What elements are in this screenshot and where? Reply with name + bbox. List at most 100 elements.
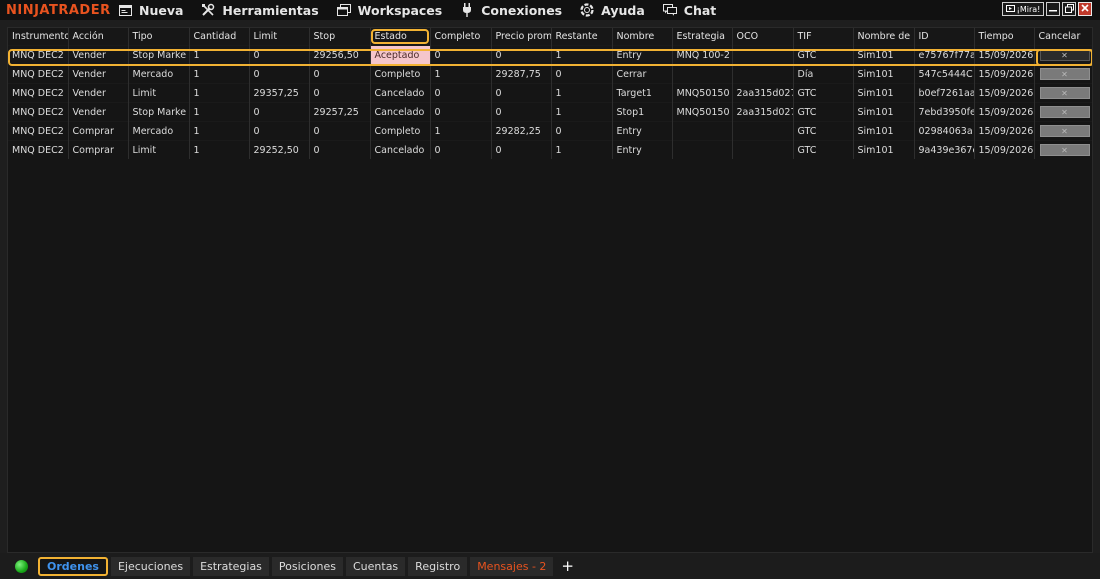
cell-restante: 1 bbox=[551, 140, 613, 159]
cell-acci-n: Vender bbox=[68, 64, 129, 84]
column-header-estado[interactable]: Estado bbox=[370, 28, 431, 46]
close-window-button[interactable] bbox=[1078, 2, 1092, 16]
column-header-restante[interactable]: Restante bbox=[551, 28, 613, 46]
cell-stop: 0 bbox=[309, 83, 371, 103]
restore-button[interactable] bbox=[1062, 2, 1076, 16]
column-header-tif[interactable]: TIF bbox=[793, 28, 854, 46]
cell-instrumento: MNQ DEC2 bbox=[8, 64, 69, 84]
menu-ayuda-label: Ayuda bbox=[601, 2, 645, 18]
cell-precio-prom: 0 bbox=[491, 45, 552, 65]
cell-estado: Completo bbox=[370, 121, 431, 141]
cell-estrategia: MNQ50150 bbox=[672, 83, 733, 103]
tab-cuentas[interactable]: Cuentas bbox=[345, 556, 406, 576]
cancel-order-button[interactable]: ✕ bbox=[1039, 87, 1090, 99]
cell-stop: 0 bbox=[309, 121, 371, 141]
cell-instrumento: MNQ DEC2 bbox=[8, 83, 69, 103]
cell-completo: 0 bbox=[430, 102, 492, 122]
tab-ordenes[interactable]: Ordenes bbox=[38, 556, 108, 576]
minimize-icon bbox=[1049, 4, 1057, 14]
column-header-estrategia[interactable]: Estrategia bbox=[672, 28, 733, 46]
table-row[interactable]: MNQ DEC2 Vender Mercado 1 0 0 Completo 1 29287,7… bbox=[8, 64, 1092, 84]
menu-chat[interactable]: Chat bbox=[662, 3, 716, 18]
cancel-order-button[interactable]: ✕ bbox=[1039, 106, 1090, 118]
close-icon: ✕ bbox=[1061, 126, 1068, 136]
cell-estado: Cancelado bbox=[370, 83, 431, 103]
menu-ayuda[interactable]: Ayuda bbox=[580, 3, 645, 18]
cell-acci-n: Vender bbox=[68, 102, 129, 122]
tab-posiciones[interactable]: Posiciones bbox=[271, 556, 343, 576]
table-row[interactable]: MNQ DEC2 Comprar Limit 1 29252,50 0 Cancelado 0… bbox=[8, 140, 1092, 159]
tab-mensajes-2[interactable]: Mensajes - 2 bbox=[470, 556, 554, 576]
cell-tif: GTC bbox=[793, 121, 854, 141]
menu-conexiones[interactable]: Conexiones bbox=[460, 3, 562, 18]
column-header-instrumento[interactable]: Instrumento bbox=[8, 28, 69, 46]
cell-id: b0ef7261aa bbox=[914, 83, 975, 103]
column-header-nombre-de[interactable]: Nombre de bbox=[853, 28, 915, 46]
cell-tipo: Stop Marke bbox=[128, 102, 190, 122]
cell-oco bbox=[732, 121, 794, 141]
orders-grid: Instrumento Acción Tipo Cantidad Limit Stop Es… bbox=[7, 27, 1093, 553]
cell-precio-prom: 0 bbox=[491, 102, 552, 122]
column-header-tipo[interactable]: Tipo bbox=[128, 28, 190, 46]
cell-nombre-de: Sim101 bbox=[853, 140, 915, 159]
cell-completo: 0 bbox=[430, 83, 492, 103]
menu-nueva[interactable]: Nueva bbox=[118, 3, 183, 18]
cell-limit: 0 bbox=[249, 45, 310, 65]
plug-icon bbox=[460, 3, 474, 17]
column-header-cancelar[interactable]: Cancelar bbox=[1034, 28, 1092, 46]
cell-cantidad: 1 bbox=[189, 102, 250, 122]
table-row[interactable]: MNQ DEC2 Vender Limit 1 29357,25 0 Cancelado 0 0… bbox=[8, 83, 1092, 103]
tab-ejecuciones[interactable]: Ejecuciones bbox=[110, 556, 191, 576]
column-header-completo[interactable]: Completo bbox=[430, 28, 492, 46]
cancel-order-button[interactable]: ✕ bbox=[1039, 49, 1090, 61]
mira-button[interactable]: ¡Mira! bbox=[1002, 2, 1044, 16]
cell-tif: GTC bbox=[793, 83, 854, 103]
minimize-button[interactable] bbox=[1046, 2, 1060, 16]
cancel-order-button[interactable]: ✕ bbox=[1039, 125, 1090, 137]
tab-estrategias[interactable]: Estrategias bbox=[193, 556, 269, 576]
close-icon bbox=[1081, 4, 1089, 14]
cell-nombre-de: Sim101 bbox=[853, 45, 915, 65]
window-controls: ¡Mira! bbox=[1002, 2, 1092, 16]
cell-nombre: Entry bbox=[612, 121, 673, 141]
cancel-order-button[interactable]: ✕ bbox=[1039, 68, 1090, 80]
cell-cantidad: 1 bbox=[189, 45, 250, 65]
tab-registro[interactable]: Registro bbox=[408, 556, 468, 576]
column-header-cantidad[interactable]: Cantidad bbox=[189, 28, 250, 46]
column-header-id[interactable]: ID bbox=[914, 28, 975, 46]
cell-limit: 29357,25 bbox=[249, 83, 310, 103]
column-header-stop[interactable]: Stop bbox=[309, 28, 371, 46]
cell-cantidad: 1 bbox=[189, 83, 250, 103]
cell-nombre: Entry bbox=[612, 45, 673, 65]
cell-tipo: Mercado bbox=[128, 121, 190, 141]
cell-oco bbox=[732, 45, 794, 65]
cell-tipo: Mercado bbox=[128, 64, 190, 84]
table-row[interactable]: MNQ DEC2 Vender Stop Marke 1 0 29257,25 Cancel… bbox=[8, 102, 1092, 122]
cell-instrumento: MNQ DEC2 bbox=[8, 102, 69, 122]
column-header-limit[interactable]: Limit bbox=[249, 28, 310, 46]
cell-tif: GTC bbox=[793, 140, 854, 159]
cell-restante: 1 bbox=[551, 102, 613, 122]
cell-acci-n: Vender bbox=[68, 83, 129, 103]
cell-cancelar: ✕ bbox=[1034, 64, 1092, 84]
cell-precio-prom: 0 bbox=[491, 140, 552, 159]
cell-tipo: Limit bbox=[128, 83, 190, 103]
column-header-precio-prom[interactable]: Precio prom bbox=[491, 28, 552, 46]
cell-completo: 1 bbox=[430, 121, 492, 141]
column-header-oco[interactable]: OCO bbox=[732, 28, 794, 46]
menu-workspaces[interactable]: Workspaces bbox=[336, 3, 442, 18]
column-header-nombre[interactable]: Nombre bbox=[612, 28, 673, 46]
add-tab-button[interactable]: + bbox=[556, 556, 579, 576]
cell-instrumento: MNQ DEC2 bbox=[8, 45, 69, 65]
menu-herramientas[interactable]: Herramientas bbox=[201, 3, 319, 18]
cancel-order-button[interactable]: ✕ bbox=[1039, 144, 1090, 156]
cell-completo: 0 bbox=[430, 45, 492, 65]
orders-body: MNQ DEC2 Vender Stop Marke 1 0 29256,50 Acepta… bbox=[8, 45, 1092, 159]
column-header-tiempo[interactable]: Tiempo bbox=[974, 28, 1035, 46]
table-row[interactable]: MNQ DEC2 Vender Stop Marke 1 0 29256,50 Acepta… bbox=[8, 45, 1092, 65]
cell-stop: 29256,50 bbox=[309, 45, 371, 65]
column-header-acci-n[interactable]: Acción bbox=[68, 28, 129, 46]
table-row[interactable]: MNQ DEC2 Comprar Mercado 1 0 0 Completo 1 29282,… bbox=[8, 121, 1092, 141]
cell-oco: 2aa315d027 bbox=[732, 83, 794, 103]
chat-icon bbox=[662, 3, 677, 17]
